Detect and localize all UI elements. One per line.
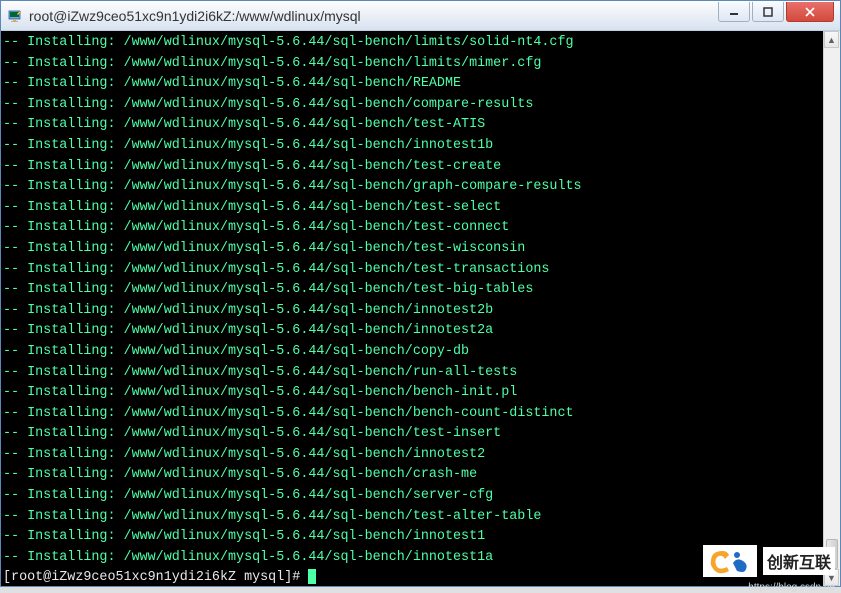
install-line: -- Installing: /www/wdlinux/mysql-5.6.44… <box>3 424 838 445</box>
install-line: -- Installing: /www/wdlinux/mysql-5.6.44… <box>3 74 838 95</box>
vertical-scrollbar[interactable]: ▲ ▼ <box>823 31 840 586</box>
install-line: -- Installing: /www/wdlinux/mysql-5.6.44… <box>3 383 838 404</box>
install-line: -- Installing: /www/wdlinux/mysql-5.6.44… <box>3 342 838 363</box>
app-window: root@iZwz9ceo51xc9n1ydi2i6kZ:/www/wdlinu… <box>0 0 841 587</box>
scroll-up-arrow[interactable]: ▲ <box>824 31 839 48</box>
minimize-button[interactable] <box>718 2 750 22</box>
install-line: -- Installing: /www/wdlinux/mysql-5.6.44… <box>3 280 838 301</box>
install-line: -- Installing: /www/wdlinux/mysql-5.6.44… <box>3 136 838 157</box>
watermark-brand: 创新互联 <box>763 547 835 575</box>
install-line: -- Installing: /www/wdlinux/mysql-5.6.44… <box>3 198 838 219</box>
install-line: -- Installing: /www/wdlinux/mysql-5.6.44… <box>3 33 838 54</box>
install-line: -- Installing: /www/wdlinux/mysql-5.6.44… <box>3 239 838 260</box>
install-line: -- Installing: /www/wdlinux/mysql-5.6.44… <box>3 54 838 75</box>
install-line: -- Installing: /www/wdlinux/mysql-5.6.44… <box>3 363 838 384</box>
install-line: -- Installing: /www/wdlinux/mysql-5.6.44… <box>3 218 838 239</box>
watermark: 创新互联 <box>703 545 835 577</box>
titlebar[interactable]: root@iZwz9ceo51xc9n1ydi2i6kZ:/www/wdlinu… <box>1 1 840 31</box>
install-line: -- Installing: /www/wdlinux/mysql-5.6.44… <box>3 115 838 136</box>
install-line: -- Installing: /www/wdlinux/mysql-5.6.44… <box>3 95 838 116</box>
putty-icon <box>7 8 23 24</box>
install-line: -- Installing: /www/wdlinux/mysql-5.6.44… <box>3 404 838 425</box>
install-line: -- Installing: /www/wdlinux/mysql-5.6.44… <box>3 321 838 342</box>
watermark-logo-icon <box>703 545 757 577</box>
watermark-url: https://blog.csdn.ne <box>748 582 835 593</box>
install-line: -- Installing: /www/wdlinux/mysql-5.6.44… <box>3 157 838 178</box>
maximize-button[interactable] <box>752 2 784 22</box>
scroll-track[interactable] <box>825 48 839 569</box>
install-line: -- Installing: /www/wdlinux/mysql-5.6.44… <box>3 177 838 198</box>
close-button[interactable] <box>786 2 834 22</box>
install-line: -- Installing: /www/wdlinux/mysql-5.6.44… <box>3 465 838 486</box>
install-line: -- Installing: /www/wdlinux/mysql-5.6.44… <box>3 486 838 507</box>
window-controls <box>718 1 840 23</box>
install-line: -- Installing: /www/wdlinux/mysql-5.6.44… <box>3 301 838 322</box>
cursor <box>308 569 316 584</box>
install-line: -- Installing: /www/wdlinux/mysql-5.6.44… <box>3 260 838 281</box>
install-line: -- Installing: /www/wdlinux/mysql-5.6.44… <box>3 445 838 466</box>
terminal-output[interactable]: -- Installing: /www/wdlinux/mysql-5.6.44… <box>1 31 840 586</box>
install-line: -- Installing: /www/wdlinux/mysql-5.6.44… <box>3 507 838 528</box>
